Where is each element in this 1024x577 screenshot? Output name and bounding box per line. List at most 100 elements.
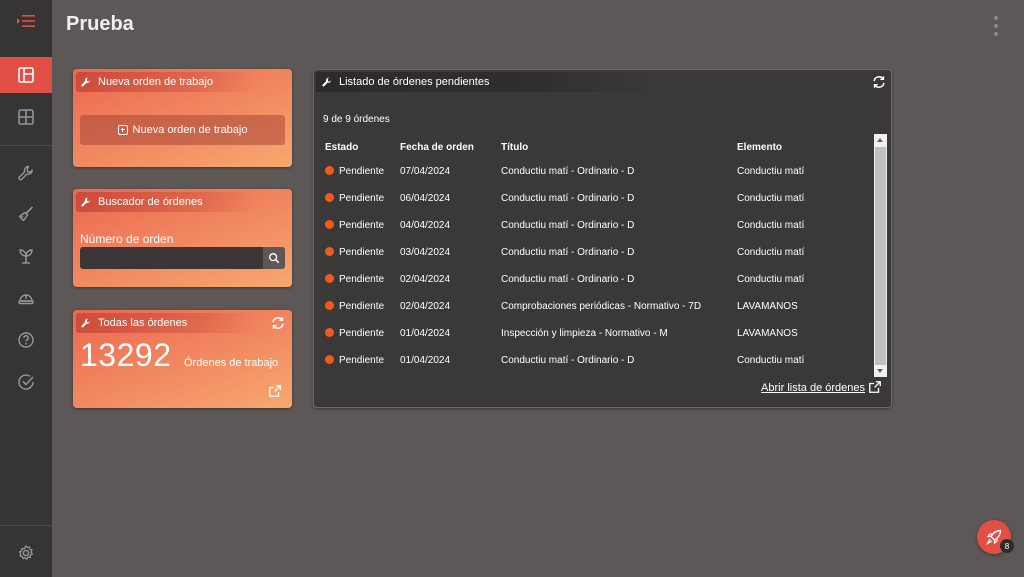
widget-title: Nueva orden de trabajo bbox=[98, 76, 213, 88]
wrench-icon bbox=[322, 77, 332, 87]
column-header[interactable]: Título bbox=[495, 136, 731, 158]
status-text: Pendiente bbox=[339, 220, 385, 231]
sidebar-divider bbox=[0, 145, 52, 146]
pending-orders-table: Estado Fecha de orden Título Elemento Pe… bbox=[319, 136, 866, 374]
all-orders-widget: Todas las órdenes 13292 Órdenes de traba… bbox=[73, 310, 292, 408]
status-dot bbox=[325, 193, 334, 202]
status-text: Pendiente bbox=[339, 301, 385, 312]
order-element: Conductiu matí bbox=[737, 247, 805, 258]
table-row[interactable]: Pendiente 01/04/2024 Conductiu matí - Or… bbox=[319, 347, 866, 374]
status-dot bbox=[325, 328, 334, 337]
order-date: 03/04/2024 bbox=[400, 247, 451, 258]
new-order-button[interactable]: Nueva orden de trabajo bbox=[80, 115, 285, 145]
dashboard-icon bbox=[18, 67, 34, 83]
status-text: Pendiente bbox=[339, 166, 385, 177]
table-row[interactable]: Pendiente 07/04/2024 Conductiu matí - Or… bbox=[319, 158, 866, 185]
kebab-dot bbox=[994, 16, 998, 20]
order-element: Conductiu matí bbox=[737, 193, 805, 204]
refresh-icon[interactable] bbox=[270, 315, 286, 331]
table-row[interactable]: Pendiente 04/04/2024 Conductiu matí - Or… bbox=[319, 212, 866, 239]
sidebar-item-grid[interactable] bbox=[0, 99, 52, 135]
column-header[interactable]: Elemento bbox=[731, 136, 866, 158]
status-dot bbox=[325, 220, 334, 229]
sidebar-item-help[interactable] bbox=[0, 322, 52, 358]
order-title: Conductiu matí - Ordinario - D bbox=[501, 220, 635, 231]
status-dot bbox=[325, 166, 334, 175]
status-dot bbox=[325, 247, 334, 256]
grid-icon bbox=[18, 109, 34, 125]
table-row[interactable]: Pendiente 01/04/2024 Inspección y limpie… bbox=[319, 320, 866, 347]
open-orders-list-link[interactable]: Abrir lista de órdenes bbox=[761, 382, 865, 394]
status-text: Pendiente bbox=[339, 247, 385, 258]
kebab-dot bbox=[994, 24, 998, 28]
wrench-icon bbox=[81, 77, 91, 87]
help-icon bbox=[18, 332, 34, 348]
order-date: 01/04/2024 bbox=[400, 328, 451, 339]
order-date: 06/04/2024 bbox=[400, 193, 451, 204]
menu-toggle-button[interactable] bbox=[0, 0, 52, 42]
order-title: Conductiu matí - Ordinario - D bbox=[501, 193, 635, 204]
table-row[interactable]: Pendiente 02/04/2024 Conductiu matí - Or… bbox=[319, 266, 866, 293]
external-link-icon[interactable] bbox=[268, 384, 282, 398]
order-title: Inspección y limpieza - Normativo - M bbox=[501, 328, 668, 339]
orders-total-label: Órdenes de trabajo bbox=[184, 357, 279, 369]
order-date: 02/04/2024 bbox=[400, 274, 451, 285]
more-options-button[interactable] bbox=[990, 16, 1002, 36]
widget-title: Buscador de órdenes bbox=[98, 196, 203, 208]
status-text: Pendiente bbox=[339, 193, 385, 204]
sidebar-item-maintenance[interactable] bbox=[0, 155, 52, 191]
order-date: 01/04/2024 bbox=[400, 355, 451, 366]
panel-title: Listado de órdenes pendientes bbox=[339, 76, 490, 88]
add-icon bbox=[117, 125, 128, 135]
brush-icon bbox=[18, 206, 34, 222]
column-header[interactable]: Fecha de orden bbox=[394, 136, 495, 158]
order-element: Conductiu matí bbox=[737, 355, 805, 366]
order-title: Conductiu matí - Ordinario - D bbox=[501, 247, 635, 258]
column-header[interactable]: Estado bbox=[319, 136, 394, 158]
orders-count-text: 9 de 9 órdenes bbox=[323, 114, 390, 125]
table-row[interactable]: Pendiente 02/04/2024 Comprobaciones peri… bbox=[319, 293, 866, 320]
order-finder-widget: Buscador de órdenes Número de orden bbox=[73, 189, 292, 287]
widget-title: Todas las órdenes bbox=[98, 317, 188, 329]
order-number-label: Número de orden bbox=[80, 232, 174, 246]
table-scrollbar[interactable] bbox=[874, 134, 887, 377]
order-date: 02/04/2024 bbox=[400, 301, 451, 312]
wrench-icon bbox=[81, 318, 91, 328]
status-dot bbox=[325, 355, 334, 364]
table-header-row: Estado Fecha de orden Título Elemento bbox=[319, 136, 866, 158]
external-link-icon[interactable] bbox=[868, 380, 882, 394]
sidebar bbox=[0, 0, 52, 577]
order-number-input[interactable] bbox=[80, 247, 285, 269]
new-order-button-label: Nueva orden de trabajo bbox=[132, 124, 248, 136]
sidebar-item-safety[interactable] bbox=[0, 280, 52, 316]
status-text: Pendiente bbox=[339, 355, 385, 366]
orders-total-count: 13292 bbox=[80, 337, 172, 373]
order-element: Conductiu matí bbox=[737, 274, 805, 285]
scroll-down-arrow-icon[interactable] bbox=[877, 369, 883, 373]
table-row[interactable]: Pendiente 06/04/2024 Conductiu matí - Or… bbox=[319, 185, 866, 212]
order-title: Comprobaciones periódicas - Normativo - … bbox=[501, 301, 702, 312]
wrench-icon bbox=[81, 197, 91, 207]
scroll-up-arrow-icon[interactable] bbox=[877, 138, 883, 142]
refresh-icon[interactable] bbox=[871, 74, 887, 90]
order-element: Conductiu matí bbox=[737, 220, 805, 231]
sidebar-item-settings[interactable] bbox=[0, 535, 52, 571]
sidebar-item-dashboard[interactable] bbox=[0, 57, 52, 93]
search-icon bbox=[269, 253, 280, 264]
notification-badge: 8 bbox=[1000, 539, 1014, 553]
search-button[interactable] bbox=[263, 247, 285, 269]
order-title: Conductiu matí - Ordinario - D bbox=[501, 274, 635, 285]
order-element: LAVAMANOS bbox=[737, 301, 798, 312]
order-date: 04/04/2024 bbox=[400, 220, 451, 231]
menu-icon bbox=[17, 15, 35, 27]
status-text: Pendiente bbox=[339, 274, 385, 285]
scrollbar-thumb[interactable] bbox=[875, 147, 886, 365]
sidebar-item-tasks[interactable] bbox=[0, 364, 52, 400]
widget-header: Todas las órdenes bbox=[76, 313, 256, 333]
check-circle-icon bbox=[18, 374, 34, 390]
sidebar-item-cleaning[interactable] bbox=[0, 196, 52, 232]
status-dot bbox=[325, 274, 334, 283]
wrench-icon bbox=[18, 165, 33, 181]
table-row[interactable]: Pendiente 03/04/2024 Conductiu matí - Or… bbox=[319, 239, 866, 266]
sidebar-item-garden[interactable] bbox=[0, 238, 52, 274]
